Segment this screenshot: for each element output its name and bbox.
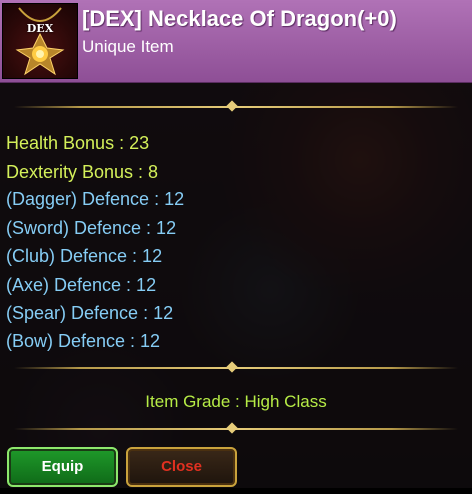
bottom-divider [14, 428, 458, 430]
top-divider [14, 106, 458, 108]
icon-dex-tag: DEX [26, 22, 54, 35]
item-header: DEX [DEX] Necklace Of Dragon(+0) Unique … [0, 0, 472, 83]
bow-defence-stat: (Bow) Defence : 12 [6, 331, 161, 351]
equip-button[interactable]: Equip [7, 447, 118, 487]
bottom-edge [0, 488, 472, 494]
sword-defence-stat: (Sword) Defence : 12 [6, 218, 177, 238]
close-button[interactable]: Close [126, 447, 237, 487]
item-title: [DEX] Necklace Of Dragon(+0) [82, 6, 397, 31]
item-grade: Item Grade : High Class [145, 392, 327, 411]
spear-defence-stat: (Spear) Defence : 12 [6, 303, 174, 323]
dragon-necklace-icon: DEX [2, 3, 78, 79]
health-bonus-stat: Health Bonus : 23 [6, 133, 150, 153]
necklace-pendant-icon [15, 7, 65, 76]
axe-defence-stat: (Axe) Defence : 12 [6, 275, 157, 295]
dexterity-bonus-stat: Dexterity Bonus : 8 [6, 162, 159, 182]
item-tooltip-panel: DEX [DEX] Necklace Of Dragon(+0) Unique … [0, 0, 472, 494]
item-rarity: Unique Item [82, 37, 174, 56]
middle-divider [14, 367, 458, 369]
dagger-defence-stat: (Dagger) Defence : 12 [6, 189, 185, 209]
club-defence-stat: (Club) Defence : 12 [6, 246, 163, 266]
